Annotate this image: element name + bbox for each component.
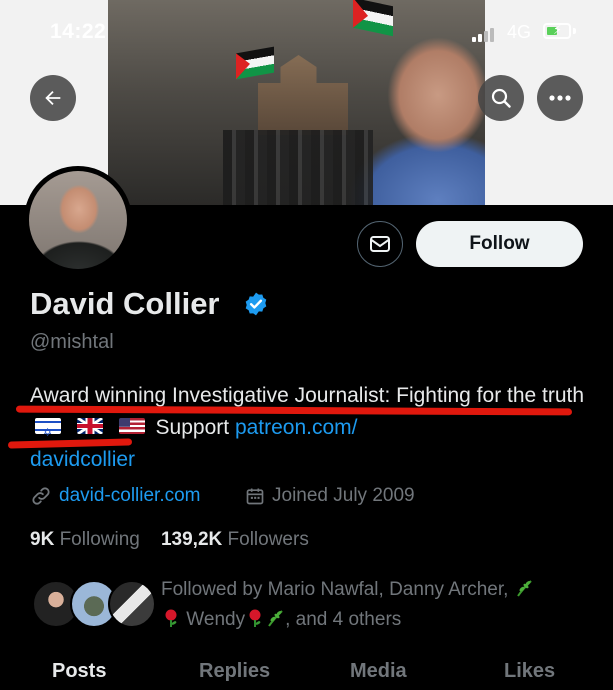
profile-name: David Collier bbox=[30, 286, 220, 321]
battery-tip bbox=[573, 28, 576, 34]
signal-icon bbox=[472, 26, 498, 42]
link-icon bbox=[32, 487, 50, 505]
message-button[interactable] bbox=[357, 221, 403, 267]
website-row[interactable]: david-collier.com bbox=[30, 485, 201, 507]
joined-row: Joined July 2009 bbox=[245, 485, 415, 507]
avatar-photo bbox=[29, 171, 127, 269]
profile-tabs: Posts Replies Media Likes bbox=[0, 660, 613, 690]
back-button[interactable] bbox=[30, 75, 76, 121]
us-flag-icon bbox=[118, 418, 145, 435]
herb-icon bbox=[516, 580, 532, 597]
followed-by-text-part2: Wendy bbox=[186, 609, 246, 630]
more-button[interactable] bbox=[537, 75, 583, 121]
following-link[interactable]: 9K Following bbox=[30, 529, 140, 550]
herb-icon bbox=[268, 610, 283, 627]
followed-by-text[interactable]: Followed by Mario Nawfal, Danny Archer, … bbox=[161, 575, 591, 635]
rose-icon bbox=[249, 609, 261, 627]
banner-crowd bbox=[223, 130, 373, 205]
search-button[interactable] bbox=[478, 75, 524, 121]
followers-count: 139,2K bbox=[160, 529, 223, 550]
rose-icon bbox=[165, 609, 177, 627]
search-icon bbox=[491, 88, 511, 108]
following-count: 9K bbox=[30, 529, 55, 550]
back-arrow-icon bbox=[45, 90, 61, 106]
followers-label: Followers bbox=[227, 529, 309, 550]
followers-link[interactable]: 139,2K Followers bbox=[161, 529, 309, 550]
profile-bio: Award winning Investigative Journalist: … bbox=[30, 380, 590, 476]
website-link[interactable]: david-collier.com bbox=[59, 485, 201, 507]
following-label: Following bbox=[59, 529, 140, 550]
follow-counts: 9K Following 139,2K Followers bbox=[30, 529, 309, 551]
battery-icon: ⚡ bbox=[543, 22, 571, 39]
patreon-link-part2[interactable]: davidcollier bbox=[30, 448, 135, 471]
joined-date: Joined July 2009 bbox=[272, 485, 415, 506]
network-label: 4G bbox=[507, 22, 532, 42]
followed-by-text-part1: Followed by Mario Nawfal, Danny Archer, bbox=[161, 579, 509, 600]
israel-flag-icon bbox=[35, 417, 61, 449]
patreon-link-part1[interactable]: patreon.com/ bbox=[235, 416, 358, 439]
more-icon bbox=[549, 95, 571, 101]
calendar-icon bbox=[246, 488, 264, 505]
bio-text: Award winning Investigative Journalist: … bbox=[30, 384, 585, 407]
follow-button[interactable]: Follow bbox=[416, 221, 583, 267]
followed-by-text-part3: , and 4 others bbox=[285, 609, 402, 630]
status-time: 14:22 bbox=[50, 20, 107, 43]
message-icon bbox=[370, 236, 390, 252]
mutual-follower-avatars[interactable] bbox=[32, 580, 156, 630]
status-bar: 14:22 4G ⚡ bbox=[0, 0, 613, 62]
bio-support-text: Support bbox=[155, 416, 230, 439]
follower-avatar bbox=[108, 580, 156, 628]
verified-badge-icon bbox=[245, 292, 267, 316]
profile-handle: @mishtal bbox=[30, 331, 114, 353]
uk-flag-icon bbox=[76, 418, 103, 435]
avatar[interactable] bbox=[24, 166, 132, 274]
